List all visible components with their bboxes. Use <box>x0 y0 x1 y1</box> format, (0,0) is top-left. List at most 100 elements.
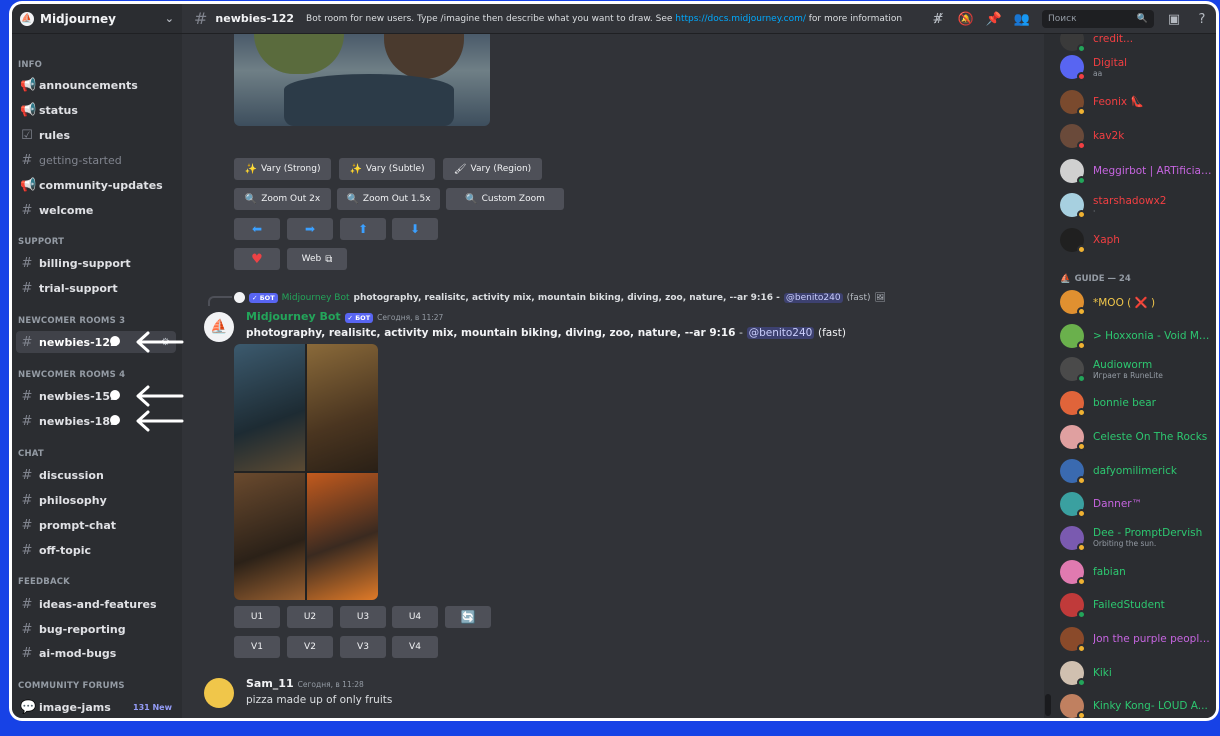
channel-topic[interactable]: Bot room for new users. Type /imagine th… <box>306 14 902 24</box>
member-item[interactable]: Xaph <box>1060 225 1212 255</box>
member-item[interactable]: kav2k <box>1060 121 1212 151</box>
upscale-3-button[interactable]: U3 <box>340 606 386 628</box>
member-item[interactable]: credit... <box>1060 34 1212 54</box>
channel-philosophy[interactable]: # philosophy <box>16 489 176 511</box>
vary-region-button[interactable]: 🖌 Vary (Region) <box>443 158 542 180</box>
chat-scrollbar[interactable] <box>1044 34 1052 718</box>
vary-strong-button[interactable]: ✨ Vary (Strong) <box>234 158 331 180</box>
channel-bug-reporting[interactable]: # bug-reporting <box>16 618 176 640</box>
threads-icon[interactable]: #̸ <box>924 4 952 34</box>
image-grid[interactable] <box>234 344 378 600</box>
help-icon[interactable]: ? <box>1188 4 1216 34</box>
channel-rules[interactable]: ☑ rules <box>16 124 176 146</box>
member-item[interactable]: Kinky Kong- LOUD A... <box>1060 691 1212 718</box>
category-community-forums[interactable]: COMMUNITY FORUMS <box>18 681 125 691</box>
upscaled-image[interactable] <box>234 34 490 126</box>
upscale-2-button[interactable]: U2 <box>287 606 333 628</box>
chevron-down-icon[interactable]: ⌄ <box>165 12 174 25</box>
search-input[interactable]: Поиск 🔍 <box>1042 10 1154 28</box>
pan-down-button[interactable]: ⬇ <box>392 218 438 240</box>
hash-threads-icon: # <box>21 388 33 404</box>
button-label: Vary (Strong) <box>260 164 321 174</box>
channel-trial-support[interactable]: # trial-support <box>16 277 176 299</box>
category-support[interactable]: SUPPORT <box>18 237 64 247</box>
docs-link[interactable]: https://docs.midjourney.com/ <box>675 14 806 24</box>
favorite-button[interactable]: ♥ <box>234 248 280 270</box>
member-name: Danner™ <box>1093 498 1143 511</box>
category-chat[interactable]: CHAT <box>18 449 44 459</box>
zoom-out-2x-button[interactable]: 🔍 Zoom Out 2x <box>234 188 331 210</box>
variation-3-button[interactable]: V3 <box>340 636 386 658</box>
member-item[interactable]: bonnie bear <box>1060 388 1212 418</box>
member-item[interactable]: fabian <box>1060 557 1212 587</box>
channel-label: newbies-182 <box>39 414 118 428</box>
pan-left-button[interactable]: ⬅ <box>234 218 280 240</box>
status-indicator <box>1077 340 1086 350</box>
category-info[interactable]: INFO <box>18 60 42 70</box>
member-item[interactable]: dafyomilimerick <box>1060 456 1212 486</box>
button-label: V1 <box>251 642 263 652</box>
author-name[interactable]: Midjourney Bot <box>246 310 341 323</box>
channel-getting-started[interactable]: # getting-started <box>16 149 176 171</box>
channel-ai-mod-bugs[interactable]: # ai-mod-bugs <box>16 642 176 664</box>
channel-discussion[interactable]: # discussion <box>16 464 176 486</box>
channel-off-topic[interactable]: # off-topic <box>16 539 176 561</box>
avatar[interactable]: ⛵ <box>204 312 234 342</box>
annotation-dot <box>110 390 120 400</box>
member-item[interactable]: Audioworm Играет в RuneLite <box>1060 354 1212 384</box>
pin-icon[interactable]: 📌 <box>980 4 1008 34</box>
avatar[interactable] <box>204 678 234 708</box>
author-name[interactable]: Sam_11 <box>246 677 294 690</box>
button-label: Custom Zoom <box>481 194 545 204</box>
inbox-icon[interactable]: ▣ <box>1160 4 1188 34</box>
channel-ideas-and-features[interactable]: # ideas-and-features <box>16 593 176 615</box>
member-item[interactable]: starshadowx2 · <box>1060 190 1212 220</box>
channel-label: trial-support <box>39 281 118 295</box>
upscale-4-button[interactable]: U4 <box>392 606 438 628</box>
members-icon[interactable]: 👥 <box>1008 4 1036 34</box>
reply-preview[interactable]: ✓ БОТ Midjourney Bot photography, realis… <box>234 292 886 303</box>
mute-bell-icon[interactable]: 🔕 <box>952 4 980 34</box>
pan-right-button[interactable]: ➡ <box>287 218 333 240</box>
category-feedback[interactable]: FEEDBACK <box>18 577 70 587</box>
user-mention[interactable]: @benito240 <box>783 292 843 303</box>
channel-label: welcome <box>39 203 94 217</box>
channel-image-jams[interactable]: 💬 image-jams 131 New <box>16 696 176 718</box>
reroll-button[interactable]: 🔄 <box>445 606 491 628</box>
member-item[interactable]: Feonix 👠 <box>1060 87 1212 117</box>
variation-1-button[interactable]: V1 <box>234 636 280 658</box>
reply-author[interactable]: Midjourney Bot <box>282 293 350 303</box>
scrollbar-thumb[interactable] <box>1045 694 1051 716</box>
category-newcomer-3[interactable]: NEWCOMER ROOMS 3 <box>18 316 125 326</box>
channel-announcements[interactable]: 📢 announcements <box>16 74 176 96</box>
member-item[interactable]: FailedStudent <box>1060 590 1212 620</box>
web-button[interactable]: Web ⧉ <box>287 248 347 270</box>
vary-subtle-button[interactable]: ✨ Vary (Subtle) <box>339 158 435 180</box>
user-mention[interactable]: @benito240 <box>746 327 815 339</box>
member-item[interactable]: Danner™ <box>1060 489 1212 519</box>
channel-status[interactable]: 📢 status <box>16 99 176 121</box>
server-header[interactable]: ⛵ Midjourney ⌄ <box>12 4 182 34</box>
member-item[interactable]: Kiki <box>1060 658 1212 688</box>
member-item[interactable]: *MOO ( ❌ ) <box>1060 287 1212 317</box>
custom-zoom-button[interactable]: 🔍 Custom Zoom <box>446 188 564 210</box>
channel-welcome[interactable]: # welcome <box>16 199 176 221</box>
member-item[interactable]: Meggirbot | ARTificial... <box>1060 156 1212 186</box>
member-item[interactable]: Dee - PromptDervish Orbiting the sun. <box>1060 523 1212 553</box>
member-item[interactable]: > Hoxxonia - Void Ma... <box>1060 321 1212 351</box>
category-newcomer-4[interactable]: NEWCOMER ROOMS 4 <box>18 370 125 380</box>
channel-prompt-chat[interactable]: # prompt-chat <box>16 514 176 536</box>
zoom-out-15x-button[interactable]: 🔍 Zoom Out 1.5x <box>337 188 440 210</box>
member-item[interactable]: Celeste On The Rocks <box>1060 422 1212 452</box>
variation-2-button[interactable]: V2 <box>287 636 333 658</box>
member-item[interactable]: Jon the purple people... <box>1060 624 1212 654</box>
member-item[interactable]: Digital aa <box>1060 52 1212 82</box>
channel-billing-support[interactable]: # billing-support <box>16 252 176 274</box>
variation-4-button[interactable]: V4 <box>392 636 438 658</box>
message-author[interactable]: Sam_11 Сегодня, в 11:28 <box>246 677 364 690</box>
upscale-1-button[interactable]: U1 <box>234 606 280 628</box>
hash-icon: # <box>21 596 33 612</box>
message-author[interactable]: Midjourney Bot ✓ БОТ Сегодня, в 11:27 <box>246 310 443 323</box>
channel-community-updates[interactable]: 📢 community-updates <box>16 174 176 196</box>
pan-up-button[interactable]: ⬆ <box>340 218 386 240</box>
